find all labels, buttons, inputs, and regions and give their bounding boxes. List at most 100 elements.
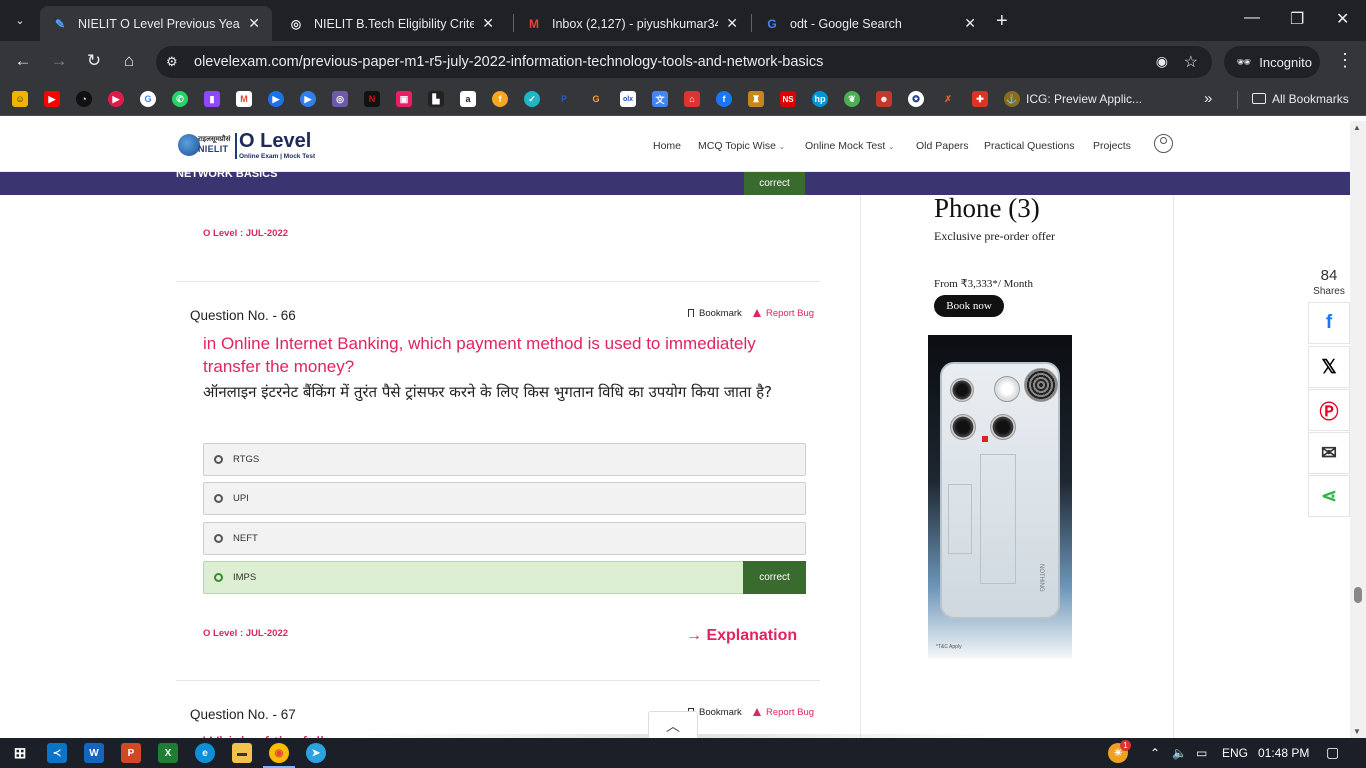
restore-icon[interactable]: ❐ (1290, 9, 1304, 29)
back-icon[interactable]: ← (12, 51, 34, 71)
ad-phone-image[interactable]: NOTHING *T&C Apply (928, 335, 1072, 658)
bookmark-music-icon[interactable]: ▶ (108, 91, 124, 107)
share-icon[interactable]: ⋖ (1308, 475, 1350, 517)
bookmark-speed-icon[interactable]: ◔ (76, 91, 92, 107)
bookmark-smile-icon[interactable]: ☺ (12, 91, 28, 107)
nav-online-mock-test[interactable]: Online Mock Test ⌄ (805, 140, 894, 152)
bookmark-hp-icon[interactable]: hp (812, 91, 828, 107)
nav-projects[interactable]: Projects (1093, 140, 1131, 152)
nav-mcq-topic-wise[interactable]: MCQ Topic Wise ⌄ (698, 140, 785, 152)
windows-start-icon[interactable]: ⊞ (10, 743, 30, 763)
report-bug-button[interactable]: Report Bug (753, 707, 814, 718)
bookmark-star-icon[interactable]: ☆ (1184, 52, 1198, 72)
bookmark-amazon-icon[interactable]: a (460, 91, 476, 107)
facebook-icon[interactable]: f (1308, 302, 1350, 344)
ad-title[interactable]: Phone (3) (934, 193, 1040, 224)
bookmark-app-icon[interactable]: ◎ (332, 91, 348, 107)
option-c[interactable]: NEFT (203, 522, 806, 555)
bookmark-g-icon[interactable]: G (588, 91, 604, 107)
bookmark-twitch-icon[interactable]: ▮ (204, 91, 220, 107)
bookmark-seal-icon[interactable]: ✪ (908, 91, 924, 107)
bookmark-emblem-icon[interactable]: ♜ (748, 91, 764, 107)
tab-search-icon[interactable]: ⌄ (8, 8, 32, 32)
bookmark-icg-icon[interactable]: ⚓ (1004, 91, 1020, 107)
option-d[interactable]: IMPS correct (203, 561, 806, 594)
bookmark-google-icon[interactable]: G (140, 91, 156, 107)
clock[interactable]: 01:48 PM (1258, 746, 1309, 760)
bookmark-calendar-icon[interactable]: ▣ (396, 91, 412, 107)
scroll-to-top-button[interactable]: ︿ (648, 711, 698, 739)
site-info-icon[interactable]: ⚙ (166, 54, 178, 70)
bookmark-leaf-icon[interactable]: ❦ (844, 91, 860, 107)
tab-nielit-olevel[interactable]: ✎ NIELIT O Level Previous Year So ✕ (40, 6, 272, 41)
forward-icon[interactable]: → (48, 51, 70, 71)
bookmark-x-icon[interactable]: ✗ (940, 91, 956, 107)
bookmark-paypal-icon[interactable]: P (556, 91, 572, 107)
incognito-indicator[interactable]: 🕶 Incognito (1224, 46, 1320, 78)
edge-icon[interactable]: e (195, 743, 215, 763)
option-a[interactable]: RTGS (203, 443, 806, 476)
vscode-icon[interactable]: ≺ (47, 743, 67, 763)
more-bookmarks-icon[interactable]: » (1204, 90, 1212, 107)
bookmark-flipkart-icon[interactable]: f (492, 91, 508, 107)
notification-center-icon[interactable]: ▢ (1326, 744, 1339, 761)
network-icon[interactable]: ▭ (1196, 746, 1207, 760)
email-icon[interactable]: ✉ (1308, 432, 1350, 474)
minimize-icon[interactable]: — (1244, 9, 1260, 27)
bookmark-youtube-icon[interactable]: ▶ (44, 91, 60, 107)
address-bar[interactable]: ⚙ olevelexam.com/previous-paper-m1-r5-ju… (156, 46, 1212, 78)
tab-google-search[interactable]: G odt - Google Search ✕ (752, 6, 988, 41)
file-explorer-icon[interactable]: ▬ (232, 743, 252, 763)
close-tab-icon[interactable]: ✕ (248, 15, 260, 32)
scrollbar-thumb[interactable] (1354, 587, 1362, 603)
bookmark-translate-icon[interactable]: 文 (652, 91, 668, 107)
bookmark-dark-icon[interactable]: ▙ (428, 91, 444, 107)
bookmark-gmail-icon[interactable]: M (236, 91, 252, 107)
site-logo[interactable]: राइलसूमप्रौसं NIELIT O Level Online Exam… (178, 130, 320, 163)
new-tab-icon[interactable]: + (996, 10, 1008, 33)
tab-gmail-inbox[interactable]: M Inbox (2,127) - piyushkumar346 ✕ (514, 6, 750, 41)
nav-old-papers[interactable]: Old Papers (916, 140, 969, 152)
ad-book-now-button[interactable]: Book now (934, 295, 1004, 317)
close-tab-icon[interactable]: ✕ (482, 15, 494, 32)
close-tab-icon[interactable]: ✕ (726, 15, 738, 32)
bookmark-button[interactable]: Bookmark (688, 308, 742, 319)
close-window-icon[interactable]: ✕ (1336, 9, 1349, 29)
excel-icon[interactable]: X (158, 743, 178, 763)
pinterest-icon[interactable]: Ⓟ (1308, 389, 1350, 431)
bookmark-facebook-icon[interactable]: f (716, 91, 732, 107)
chrome-menu-icon[interactable]: ⋮ (1336, 50, 1354, 71)
report-bug-button[interactable]: Report Bug (753, 308, 814, 319)
bookmark-portrait-icon[interactable]: ☻ (876, 91, 892, 107)
bookmark-olx-icon[interactable]: olx (620, 91, 636, 107)
x-icon[interactable]: 𝕏 (1308, 346, 1350, 388)
close-tab-icon[interactable]: ✕ (964, 15, 976, 32)
powerpoint-icon[interactable]: P (121, 743, 141, 763)
volume-icon[interactable]: 🔈 (1172, 746, 1187, 760)
bookmark-icg-label[interactable]: ICG: Preview Applic... (1026, 92, 1142, 106)
tab-btech-eligibility[interactable]: ◎ NIELIT B.Tech Eligibility Criteria ✕ (276, 6, 506, 41)
bookmark-meet-icon[interactable]: ▶ (268, 91, 284, 107)
chrome-icon[interactable]: ◉ (263, 743, 295, 768)
bookmark-bank-icon[interactable]: ⌂ (684, 91, 700, 107)
nav-home[interactable]: Home (653, 140, 681, 152)
page-scrollbar[interactable]: ▲ ▼ (1350, 121, 1366, 739)
bookmark-check-icon[interactable]: ✓ (524, 91, 540, 107)
tray-expand-icon[interactable]: ⌃ (1150, 746, 1160, 760)
bookmark-ns-icon[interactable]: NS (780, 91, 796, 107)
scroll-down-icon[interactable]: ▼ (1353, 727, 1361, 736)
option-b[interactable]: UPI (203, 482, 806, 515)
url-text[interactable]: olevelexam.com/previous-paper-m1-r5-july… (194, 54, 823, 70)
nav-practical-questions[interactable]: Practical Questions (984, 140, 1074, 152)
home-icon[interactable]: ⌂ (118, 51, 140, 71)
tracking-protection-icon[interactable]: ◉ (1156, 53, 1168, 70)
explanation-link[interactable]: → Explanation (686, 627, 797, 645)
scroll-up-icon[interactable]: ▲ (1353, 123, 1361, 132)
reload-icon[interactable]: ↻ (83, 51, 105, 71)
telegram-icon[interactable]: ➤ (306, 743, 326, 763)
all-bookmarks-button[interactable]: All Bookmarks (1252, 92, 1349, 106)
bookmark-whatsapp-icon[interactable]: ✆ (172, 91, 188, 107)
bookmark-video-icon[interactable]: ▶ (300, 91, 316, 107)
user-account-icon[interactable] (1154, 134, 1173, 153)
bookmark-flag-icon[interactable]: ✚ (972, 91, 988, 107)
